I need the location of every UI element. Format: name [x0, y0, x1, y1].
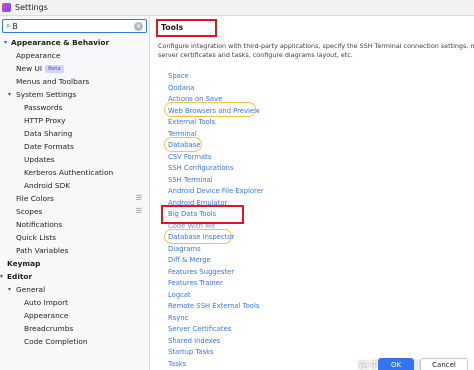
tree-item-kerberos[interactable]: Kerberos Authentication — [0, 166, 149, 179]
chevron-down-icon[interactable]: ▾ — [4, 36, 7, 49]
link-rsync[interactable]: Rsync — [168, 313, 188, 325]
app-logo-icon — [2, 3, 11, 12]
link-android-device-file-explorer[interactable]: Android Device File Explorer — [168, 186, 264, 198]
tree-item-passwords[interactable]: Passwords — [0, 101, 149, 114]
highlight-oval-database — [164, 136, 202, 152]
tree-item-menus-toolbars[interactable]: Menus and Toolbars — [0, 75, 149, 88]
link-logcat[interactable]: Logcat — [168, 290, 191, 302]
tree-item-editor-appearance[interactable]: Appearance — [0, 309, 149, 322]
tree-item-data-sharing[interactable]: Data Sharing — [0, 127, 149, 140]
link-shared-indexes[interactable]: Shared Indexes — [168, 336, 220, 348]
link-features-trainer[interactable]: Features Trainer — [168, 278, 223, 290]
chevron-down-icon[interactable]: ▾ — [8, 283, 11, 296]
highlight-oval-web-browsers — [164, 102, 256, 117]
settings-content: Tools Configure integration with third-p… — [151, 16, 474, 370]
settings-sidebar: ⌕ B ✕ ▾ Appearance & Behavior Appearance… — [0, 16, 150, 370]
link-features-suggester[interactable]: Features Suggester — [168, 267, 234, 279]
link-server-certificates[interactable]: Server Certificates — [168, 324, 231, 336]
search-icon: ⌕ — [6, 21, 11, 30]
link-tasks[interactable]: Tasks — [168, 359, 186, 370]
tree-item-android-sdk[interactable]: Android SDK — [0, 179, 149, 192]
project-settings-icon: ☰ — [135, 194, 142, 202]
tree-item-http-proxy[interactable]: HTTP Proxy — [0, 114, 149, 127]
title-bar: Settings — [0, 0, 474, 16]
settings-search-input[interactable]: ⌕ B ✕ — [2, 19, 147, 33]
ok-button[interactable]: OK — [378, 358, 414, 370]
settings-window: Settings ⌕ B ✕ ▾ Appearance & Behavior A… — [0, 0, 474, 370]
project-settings-icon: ☰ — [135, 207, 142, 215]
tree-item-general[interactable]: ▾ General — [0, 283, 149, 296]
tree-item-updates[interactable]: Updates — [0, 153, 149, 166]
clear-search-icon[interactable]: ✕ — [134, 22, 143, 31]
tree-item-quick-lists[interactable]: Quick Lists — [0, 231, 149, 244]
tree-item-scopes[interactable]: Scopes ☰ — [0, 205, 149, 218]
tree-item-new-ui[interactable]: New UI Beta — [0, 62, 149, 75]
tree-item-file-colors[interactable]: File Colors ☰ — [0, 192, 149, 205]
highlight-oval-database-inspector — [164, 228, 232, 244]
tree-item-breadcrumbs[interactable]: Breadcrumbs — [0, 322, 149, 335]
tree-item-code-completion[interactable]: Code Completion — [0, 335, 149, 348]
chevron-down-icon[interactable]: ▾ — [8, 88, 11, 101]
tree-item-appearance[interactable]: Appearance — [0, 49, 149, 62]
tree-item-system-settings[interactable]: ▾ System Settings — [0, 88, 149, 101]
tree-item-path-variables[interactable]: Path Variables — [0, 244, 149, 257]
link-ssh-terminal[interactable]: SSH Terminal — [168, 175, 213, 187]
link-diff-merge[interactable]: Diff & Merge — [168, 255, 211, 267]
link-ssh-configurations[interactable]: SSH Configurations — [168, 163, 234, 175]
chevron-down-icon[interactable]: ▾ — [0, 270, 3, 283]
link-remote-ssh-external-tools[interactable]: Remote SSH External Tools — [168, 301, 259, 313]
tree-item-keymap[interactable]: Keymap — [0, 257, 149, 270]
search-value: B — [12, 21, 18, 31]
tree-item-notifications[interactable]: Notifications — [0, 218, 149, 231]
tree-item-editor[interactable]: ▾ Editor — [0, 270, 149, 283]
cancel-button[interactable]: Cancel — [420, 358, 468, 370]
link-csv-formats[interactable]: CSV Formats — [168, 152, 211, 164]
tree-item-date-formats[interactable]: Date Formats — [0, 140, 149, 153]
link-startup-tasks[interactable]: Startup Tasks — [168, 347, 214, 359]
link-external-tools[interactable]: External Tools — [168, 117, 215, 129]
link-qodana[interactable]: Qodana — [168, 83, 194, 95]
link-space[interactable]: Space — [168, 71, 189, 83]
highlight-box-big-data-tools — [161, 205, 244, 224]
page-title: Tools — [156, 19, 217, 37]
tree-item-appearance-behavior[interactable]: ▾ Appearance & Behavior — [0, 36, 149, 49]
link-diagrams[interactable]: Diagrams — [168, 244, 201, 256]
beta-badge: Beta — [45, 65, 64, 73]
tree-item-auto-import[interactable]: Auto Import — [0, 296, 149, 309]
page-description: Configure integration with third-party a… — [158, 42, 474, 59]
window-title: Settings — [15, 3, 48, 12]
